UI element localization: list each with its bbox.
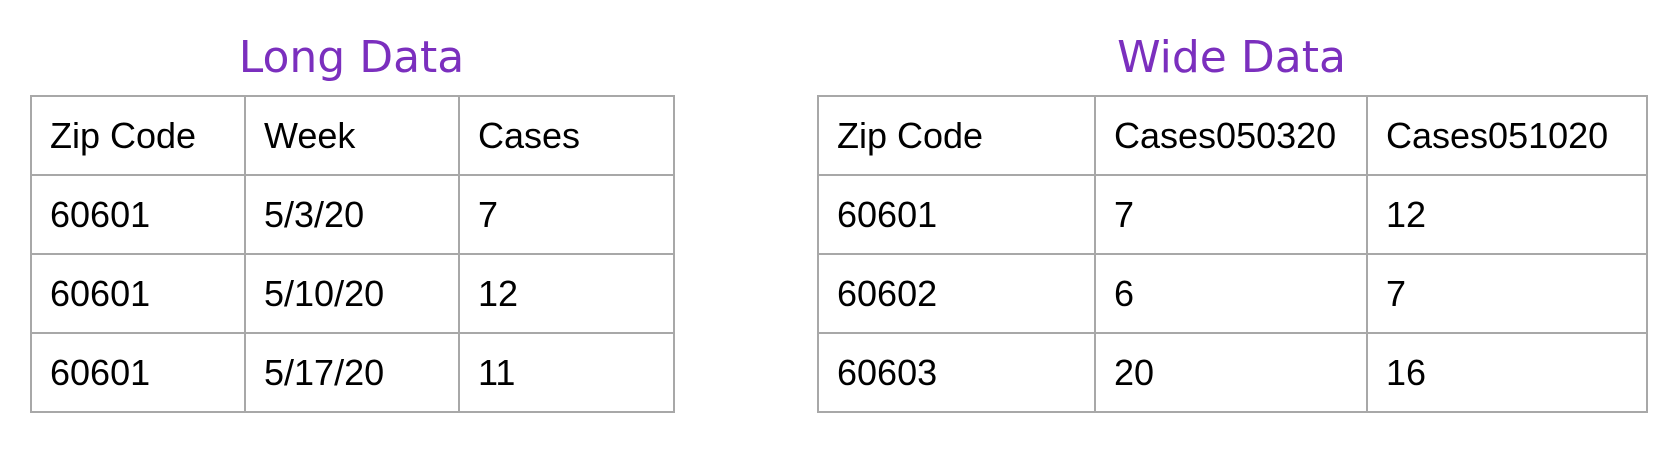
wide-data-table: Zip Code Cases050320 Cases051020 60601 7…: [817, 95, 1648, 413]
table-header-row: Zip Code Cases050320 Cases051020: [817, 95, 1648, 176]
table-cell: 5/3/20: [244, 174, 460, 255]
long-data-table: Zip Code Week Cases 60601 5/3/20 7 60601…: [30, 95, 675, 413]
table-cell: 5/10/20: [244, 253, 460, 334]
table-cell: 7: [1094, 174, 1368, 255]
table-cell: 60601: [30, 332, 246, 413]
header-cell-zip-code: Zip Code: [817, 95, 1096, 176]
table-cell: 12: [458, 253, 675, 334]
table-row: 60601 7 12: [817, 174, 1648, 255]
table-cell: 7: [458, 174, 675, 255]
table-cell: 16: [1366, 332, 1648, 413]
table-cell: 20: [1094, 332, 1368, 413]
table-cell: 7: [1366, 253, 1648, 334]
long-data-title: Long Data: [238, 32, 465, 83]
table-cell: 60601: [30, 253, 246, 334]
table-cell: 60602: [817, 253, 1096, 334]
header-cell-cases050320: Cases050320: [1094, 95, 1368, 176]
table-cell: 12: [1366, 174, 1648, 255]
table-row: 60601 5/3/20 7: [30, 174, 675, 255]
table-cell: 5/17/20: [244, 332, 460, 413]
table-row: 60603 20 16: [817, 332, 1648, 413]
table-row: 60601 5/17/20 11: [30, 332, 675, 413]
header-cell-week: Week: [244, 95, 460, 176]
table-cell: 11: [458, 332, 675, 413]
table-cell: 60601: [30, 174, 246, 255]
table-row: 60602 6 7: [817, 253, 1648, 334]
table-row: 60601 5/10/20 12: [30, 253, 675, 334]
header-cell-zip-code: Zip Code: [30, 95, 246, 176]
wide-data-title: Wide Data: [1117, 32, 1346, 83]
table-header-row: Zip Code Week Cases: [30, 95, 675, 176]
table-cell: 6: [1094, 253, 1368, 334]
table-cell: 60601: [817, 174, 1096, 255]
table-cell: 60603: [817, 332, 1096, 413]
header-cell-cases: Cases: [458, 95, 675, 176]
header-cell-cases051020: Cases051020: [1366, 95, 1648, 176]
